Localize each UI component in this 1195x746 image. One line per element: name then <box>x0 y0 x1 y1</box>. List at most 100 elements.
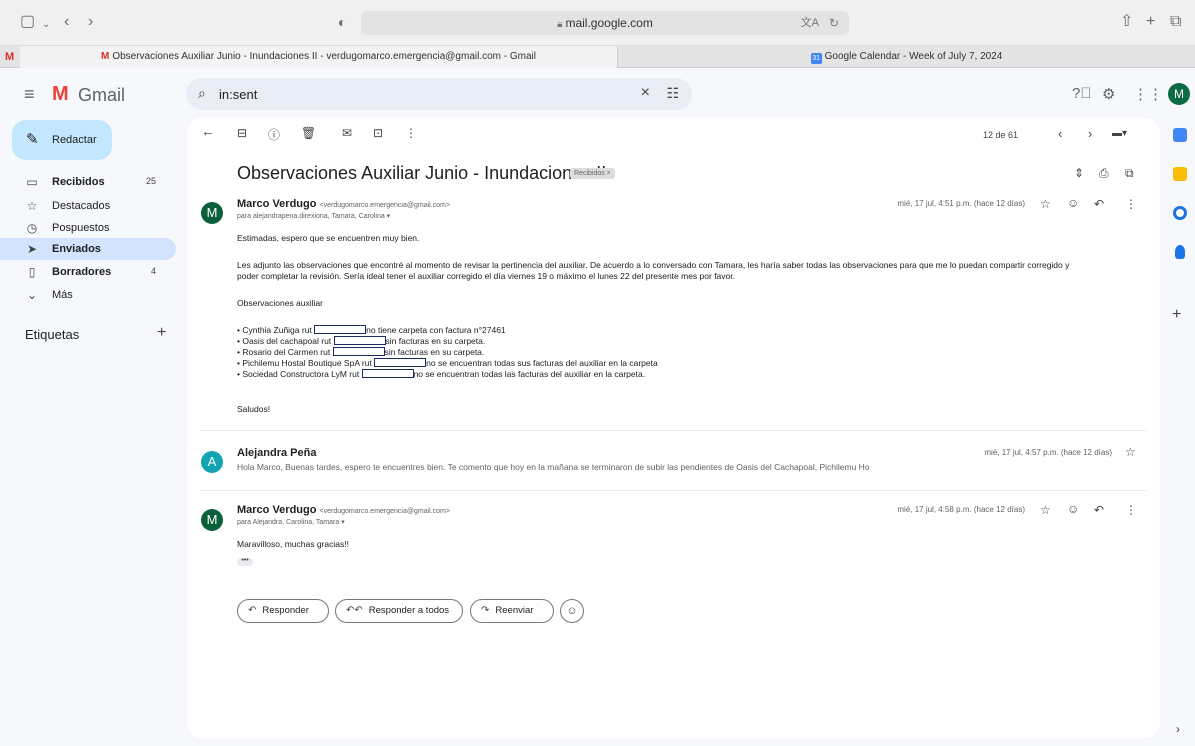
add-apps-icon[interactable]: + <box>1172 306 1181 324</box>
message-divider <box>201 490 1146 491</box>
contacts-app-icon[interactable] <box>1175 245 1185 259</box>
emoji-react-icon[interactable]: ☺ <box>1067 502 1079 516</box>
show-side-panel-icon[interactable]: › <box>1176 722 1180 736</box>
star-icon[interactable]: ☆ <box>1125 445 1136 459</box>
labels-heading: Etiquetas <box>25 327 80 342</box>
chevron-down-icon[interactable]: ⌄ <box>42 16 50 34</box>
share-icon[interactable]: ⇧ <box>1120 13 1133 31</box>
delete-icon[interactable]: 🗑︎ <box>301 126 316 140</box>
calendar-app-icon[interactable] <box>1173 128 1187 142</box>
recipients-line[interactable]: para Alejandra, Carolina, Tamara ▾ <box>237 518 345 526</box>
print-icon[interactable]: ⎙ <box>1099 166 1109 181</box>
send-icon: ➤ <box>26 242 38 256</box>
sender-name[interactable]: Marco Verdugo <box>237 504 316 516</box>
back-icon[interactable]: ‹ <box>64 13 69 31</box>
sidebar-item-label: Recibidos <box>52 176 105 188</box>
archive-icon[interactable]: ⊟ <box>237 126 247 140</box>
reply-all-button[interactable]: ↶↶ Responder a todos <box>335 599 463 623</box>
reply-icon[interactable]: ↶ <box>1094 197 1104 211</box>
sidebar-item-more[interactable]: ⌄ Más <box>0 284 176 306</box>
search-icon[interactable]: ⌕ <box>198 85 206 102</box>
gmail-logo-icon[interactable]: M <box>52 83 69 105</box>
search-bar[interactable]: ⌕ in:sent × ☷ <box>186 78 692 110</box>
apps-grid-icon[interactable]: ⋮⋮ <box>1133 85 1163 103</box>
avatar[interactable]: M <box>201 509 223 531</box>
sidebar-item-starred[interactable]: ☆ Destacados <box>0 195 176 217</box>
gmail-icon: M <box>100 51 110 62</box>
sender-name[interactable]: Alejandra Peña <box>237 447 316 459</box>
more-vert-icon[interactable]: ⋮ <box>405 126 417 140</box>
input-tools-icon[interactable]: ▬▾ <box>1112 128 1127 139</box>
avatar[interactable]: M <box>201 202 223 224</box>
search-options-icon[interactable]: ☷ <box>666 85 679 102</box>
tab-calendar[interactable]: 31 Google Calendar - Week of July 7, 2024 <box>618 46 1195 68</box>
keep-app-icon[interactable] <box>1173 167 1187 181</box>
bullet-text: • Cynthia Zuñiga rut <box>237 325 315 335</box>
settings-gear-icon[interactable]: ⚙ <box>1102 85 1115 103</box>
bullet-text: no se encuentran todas sus facturas del … <box>426 358 658 368</box>
account-avatar[interactable]: M <box>1168 83 1190 105</box>
chevron-down-icon: ⌄ <box>26 288 38 302</box>
expand-all-icon[interactable]: ⇕ <box>1074 166 1084 180</box>
add-label-icon[interactable]: + <box>157 324 166 342</box>
sender-line[interactable]: Alejandra Peña <box>237 447 316 459</box>
help-icon[interactable]: ?⃝ <box>1072 85 1092 102</box>
more-vert-icon[interactable]: ⋮ <box>1125 197 1137 211</box>
message-date: mié, 17 jul, 4:58 p.m. (hace 12 días) <box>897 505 1025 514</box>
recipients-line[interactable]: para alejandrapena.direxiona, Tamara, Ca… <box>237 212 390 220</box>
main-menu-icon[interactable]: ≡ <box>24 84 35 105</box>
privacy-shield-icon[interactable]: ◐ <box>338 13 346 31</box>
reply-button[interactable]: ↶ Responder <box>237 599 329 623</box>
sidebar-item-drafts[interactable]: ▯ Borradores 4 <box>0 261 176 283</box>
older-icon[interactable]: › <box>1088 126 1092 141</box>
new-tab-icon[interactable]: + <box>1146 13 1155 31</box>
reload-icon[interactable]: ↻ <box>829 11 839 35</box>
avatar[interactable]: A <box>201 451 223 473</box>
show-trimmed-content-button[interactable]: ••• <box>237 557 253 566</box>
emoji-react-button[interactable]: ☺ <box>560 599 584 623</box>
tab-overview-icon[interactable]: ⧉ <box>1170 13 1181 31</box>
redaction-box <box>333 336 386 345</box>
sidebar-item-inbox[interactable]: ▭ Recibidos 25 <box>0 171 176 193</box>
sidebar-item-sent[interactable]: ➤ Enviados <box>0 238 176 260</box>
reply-all-icon: ↶↶ <box>346 605 363 616</box>
bullet-text: • Sociedad Constructora LyM rut <box>237 369 362 379</box>
move-to-icon[interactable]: ⊡ <box>373 126 383 140</box>
tasks-app-icon[interactable] <box>1173 206 1187 220</box>
mark-unread-icon[interactable]: ✉ <box>342 126 352 140</box>
address-bar[interactable]: 🔒︎ mail.google.com 文A ↻ <box>361 11 849 35</box>
sender-line: Marco Verdugo <verdugomarco.emergencia@g… <box>237 504 450 516</box>
translate-icon[interactable]: 文A <box>801 11 819 35</box>
back-arrow-icon[interactable]: ← <box>201 123 215 139</box>
open-new-window-icon[interactable]: ⧉ <box>1125 166 1134 181</box>
more-vert-icon[interactable]: ⋮ <box>1125 503 1137 517</box>
redaction-box <box>374 358 427 367</box>
sender-line: Marco Verdugo <verdugomarco.emergencia@g… <box>237 198 450 210</box>
sidebar-item-label: Más <box>52 289 73 301</box>
gmail-wordmark[interactable]: Gmail <box>78 84 125 106</box>
bullet-text: • Oasis del cachapoal rut <box>237 336 334 346</box>
message-snippet[interactable]: Hola Marco, Buenas tardes, espero te enc… <box>237 462 870 472</box>
sender-name[interactable]: Marco Verdugo <box>237 198 316 210</box>
star-icon[interactable]: ☆ <box>1040 503 1051 517</box>
clear-search-icon[interactable]: × <box>641 84 650 102</box>
reply-icon[interactable]: ↶ <box>1094 503 1104 517</box>
star-icon[interactable]: ☆ <box>1040 197 1051 211</box>
emoji-react-icon[interactable]: ☺ <box>1067 196 1079 210</box>
tab-label: Google Calendar - Week of July 7, 2024 <box>824 51 1003 62</box>
newer-icon[interactable]: ‹ <box>1058 126 1062 141</box>
sidebar-toggle-icon[interactable]: ▢ <box>20 13 35 31</box>
inbox-label-chip[interactable]: Recibidos × <box>570 168 615 179</box>
tab-gmail[interactable]: M Observaciones Auxiliar Junio - Inundaci… <box>20 46 618 68</box>
compose-button[interactable]: ✎ Redactar <box>12 120 112 160</box>
message-closing: Saludos! <box>237 404 271 414</box>
sender-email: <verdugomarco.emergencia@gmail.com> <box>319 202 450 209</box>
message-body: Maravilloso, muchas gracias!! <box>237 539 349 549</box>
sidebar-item-snoozed[interactable]: ◷ Pospuestos <box>0 217 176 239</box>
report-spam-icon[interactable]: ⓘ <box>268 126 280 143</box>
forward-icon[interactable]: › <box>88 13 93 31</box>
forward-button[interactable]: ↷ Reenviar <box>470 599 554 623</box>
search-input[interactable]: in:sent <box>219 87 257 102</box>
tab-label: Observaciones Auxiliar Junio - Inundacio… <box>112 51 536 62</box>
pinned-tab-gmail[interactable]: M <box>5 46 14 68</box>
